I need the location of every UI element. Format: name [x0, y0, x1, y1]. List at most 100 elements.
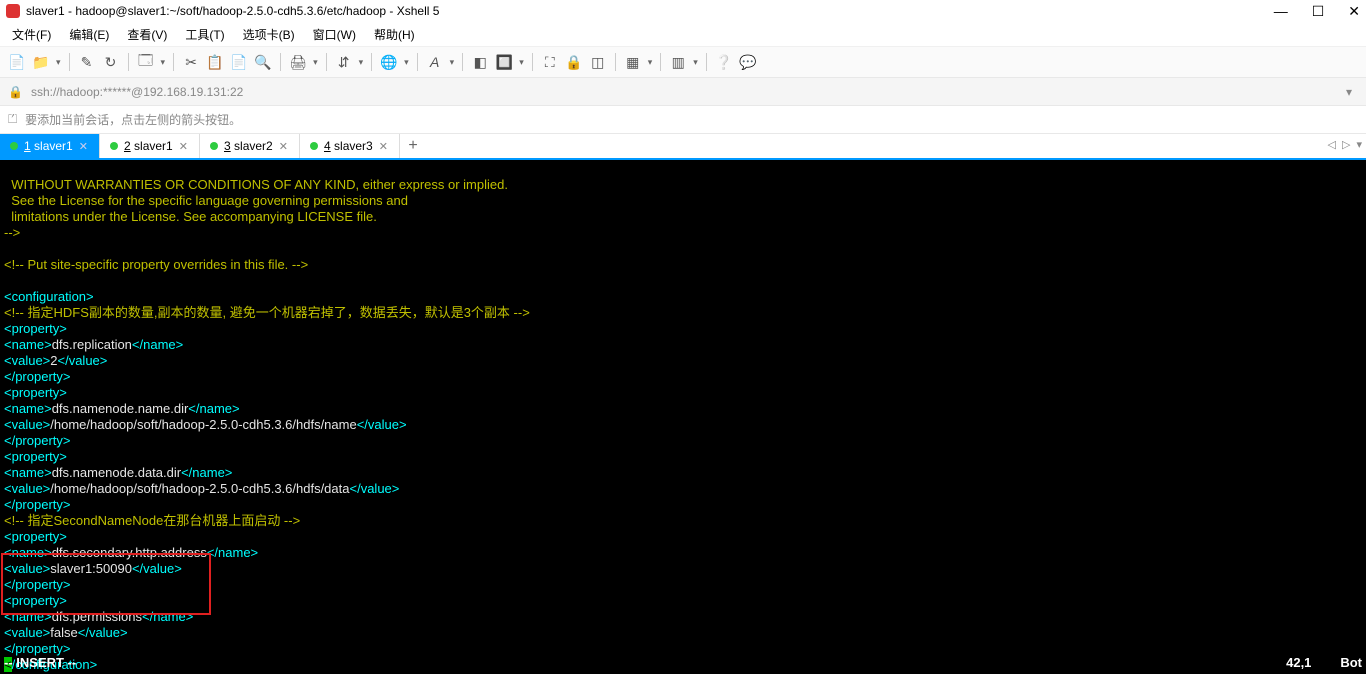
tab-slaver3[interactable]: 4 slaver3 ✕: [300, 134, 400, 158]
dropdown-icon[interactable]: ▾: [648, 57, 653, 68]
term-line: <value>false</value>: [4, 625, 128, 640]
paste-icon[interactable]: 📄: [230, 53, 248, 71]
term-line: See the License for the specific languag…: [4, 193, 408, 208]
vim-scroll-pos: Bot: [1340, 655, 1362, 670]
tab-number: 2: [124, 139, 131, 153]
menu-file[interactable]: 文件(F): [12, 26, 51, 43]
toolbar-divider: [128, 53, 129, 71]
menu-edit[interactable]: 编辑(E): [69, 26, 109, 43]
term-line: <!-- 指定HDFS副本的数量,副本的数量, 避免一个机器宕掉了，数据丢失，默…: [4, 305, 530, 320]
term-line: <name>dfs.namenode.name.dir</name>: [4, 401, 240, 416]
grid-icon[interactable]: ▦: [624, 53, 642, 71]
toolbar-divider: [462, 53, 463, 71]
font-icon[interactable]: A: [426, 53, 444, 71]
toolbar-divider: [706, 53, 707, 71]
term-line: <value>/home/hadoop/soft/hadoop-2.5.0-cd…: [4, 417, 407, 432]
fullscreen-icon[interactable]: ⛶: [541, 53, 559, 71]
theme-icon[interactable]: ◧: [471, 53, 489, 71]
window-title: slaver1 - hadoop@slaver1:~/soft/hadoop-2…: [26, 4, 439, 18]
toolbar-divider: [326, 53, 327, 71]
dropdown-icon[interactable]: ▾: [693, 57, 698, 68]
address-input[interactable]: [31, 85, 1332, 99]
cut-icon[interactable]: ✂: [182, 53, 200, 71]
copy-icon[interactable]: 📋: [206, 53, 224, 71]
open-folder-icon[interactable]: 📁: [32, 53, 50, 71]
dropdown-icon[interactable]: ▾: [56, 57, 61, 68]
tab-next-icon[interactable]: ▷: [1342, 138, 1350, 151]
globe-icon[interactable]: 🌐: [380, 53, 398, 71]
maximize-button[interactable]: ☐: [1312, 3, 1325, 20]
toolbar-divider: [280, 53, 281, 71]
lock-icon: 🔒: [8, 85, 23, 99]
dropdown-icon[interactable]: ▾: [161, 57, 166, 68]
status-dot-icon: [110, 142, 118, 150]
session-icon[interactable]: 🗔: [137, 53, 155, 71]
print-icon[interactable]: 🖨: [289, 53, 307, 71]
address-dropdown-icon[interactable]: ▾: [1340, 85, 1358, 99]
term-line: limitations under the License. See accom…: [4, 209, 377, 224]
search-icon[interactable]: 🔍: [254, 53, 272, 71]
hint-text: 要添加当前会话，点击左侧的箭头按钮。: [25, 111, 241, 128]
term-line: </property>: [4, 641, 71, 656]
new-session-icon[interactable]: 📄: [8, 53, 26, 71]
menu-view[interactable]: 查看(V): [127, 26, 167, 43]
tab-bar: 1 slaver1 ✕ 2 slaver1 ✕ 3 slaver2 ✕ 4 sl…: [0, 134, 1366, 160]
term-line: WITHOUT WARRANTIES OR CONDITIONS OF ANY …: [4, 177, 508, 192]
tab-close-icon[interactable]: ✕: [79, 140, 88, 153]
transparent-icon[interactable]: ◫: [589, 53, 607, 71]
term-line: <property>: [4, 321, 67, 336]
status-dot-icon: [10, 142, 18, 150]
dropdown-icon[interactable]: ▾: [359, 57, 364, 68]
terminal[interactable]: WITHOUT WARRANTIES OR CONDITIONS OF ANY …: [0, 160, 1366, 674]
tab-close-icon[interactable]: ✕: [179, 140, 188, 153]
tab-prev-icon[interactable]: ◁: [1328, 138, 1336, 151]
term-line: <name>dfs.secondary.http.address</name>: [4, 545, 258, 560]
transfer-icon[interactable]: ⇵: [335, 53, 353, 71]
tab-label: slaver3: [334, 139, 373, 153]
comment-icon[interactable]: 💬: [739, 53, 757, 71]
menu-tab[interactable]: 选项卡(B): [243, 26, 295, 43]
tab-close-icon[interactable]: ✕: [379, 140, 388, 153]
tab-label: slaver2: [234, 139, 273, 153]
wand-icon[interactable]: ✎: [78, 53, 96, 71]
tab-label: slaver1: [34, 139, 73, 153]
tab-add-button[interactable]: +: [400, 134, 426, 158]
address-bar: 🔒 ▾: [0, 78, 1366, 106]
add-session-icon[interactable]: ⏍: [8, 112, 17, 127]
tile-icon[interactable]: ▥: [669, 53, 687, 71]
dropdown-icon[interactable]: ▾: [519, 57, 524, 68]
menu-window[interactable]: 窗口(W): [313, 26, 356, 43]
tab-number: 3: [224, 139, 231, 153]
tab-number: 1: [24, 139, 31, 153]
term-line: <configuration>: [4, 289, 94, 304]
term-line: </property>: [4, 433, 71, 448]
minimize-button[interactable]: —: [1274, 3, 1288, 20]
term-line: <value>slaver1:50090</value>: [4, 561, 182, 576]
dropdown-icon[interactable]: ▾: [450, 57, 455, 68]
tab-nav: ◁ ▷ ▾: [1328, 138, 1362, 151]
tab-list-icon[interactable]: ▾: [1356, 138, 1362, 151]
menu-tool[interactable]: 工具(T): [185, 26, 224, 43]
dropdown-icon[interactable]: ▾: [313, 57, 318, 68]
term-line: <property>: [4, 529, 67, 544]
term-line: <value>/home/hadoop/soft/hadoop-2.5.0-cd…: [4, 481, 399, 496]
lock-icon[interactable]: 🔒: [565, 53, 583, 71]
tab-slaver1-2[interactable]: 2 slaver1 ✕: [100, 134, 200, 158]
close-button[interactable]: ✕: [1348, 3, 1360, 20]
toolbar: 📄 📁 ▾ ✎ ↻ 🗔 ▾ ✂ 📋 📄 🔍 🖨 ▾ ⇵ ▾ 🌐 ▾ A ▾ ◧ …: [0, 46, 1366, 78]
term-line: <name>dfs.permissions</name>: [4, 609, 193, 624]
vim-cursor-pos: 42,1: [1286, 655, 1311, 670]
vim-status-line: -- INSERT -- 42,1 Bot: [4, 655, 1362, 670]
tab-slaver1-1[interactable]: 1 slaver1 ✕: [0, 134, 100, 158]
tab-slaver2[interactable]: 3 slaver2 ✕: [200, 134, 300, 158]
help-icon[interactable]: ❔: [715, 53, 733, 71]
title-bar: slaver1 - hadoop@slaver1:~/soft/hadoop-2…: [0, 0, 1366, 22]
dropdown-icon[interactable]: ▾: [404, 57, 409, 68]
tab-close-icon[interactable]: ✕: [279, 140, 288, 153]
reconnect-icon[interactable]: ↻: [102, 53, 120, 71]
term-line: <!-- Put site-specific property override…: [4, 257, 308, 272]
color-icon[interactable]: 🔲: [495, 53, 513, 71]
menu-help[interactable]: 帮助(H): [374, 26, 415, 43]
term-line: ~: [4, 673, 12, 674]
term-line: <value>2</value>: [4, 353, 107, 368]
